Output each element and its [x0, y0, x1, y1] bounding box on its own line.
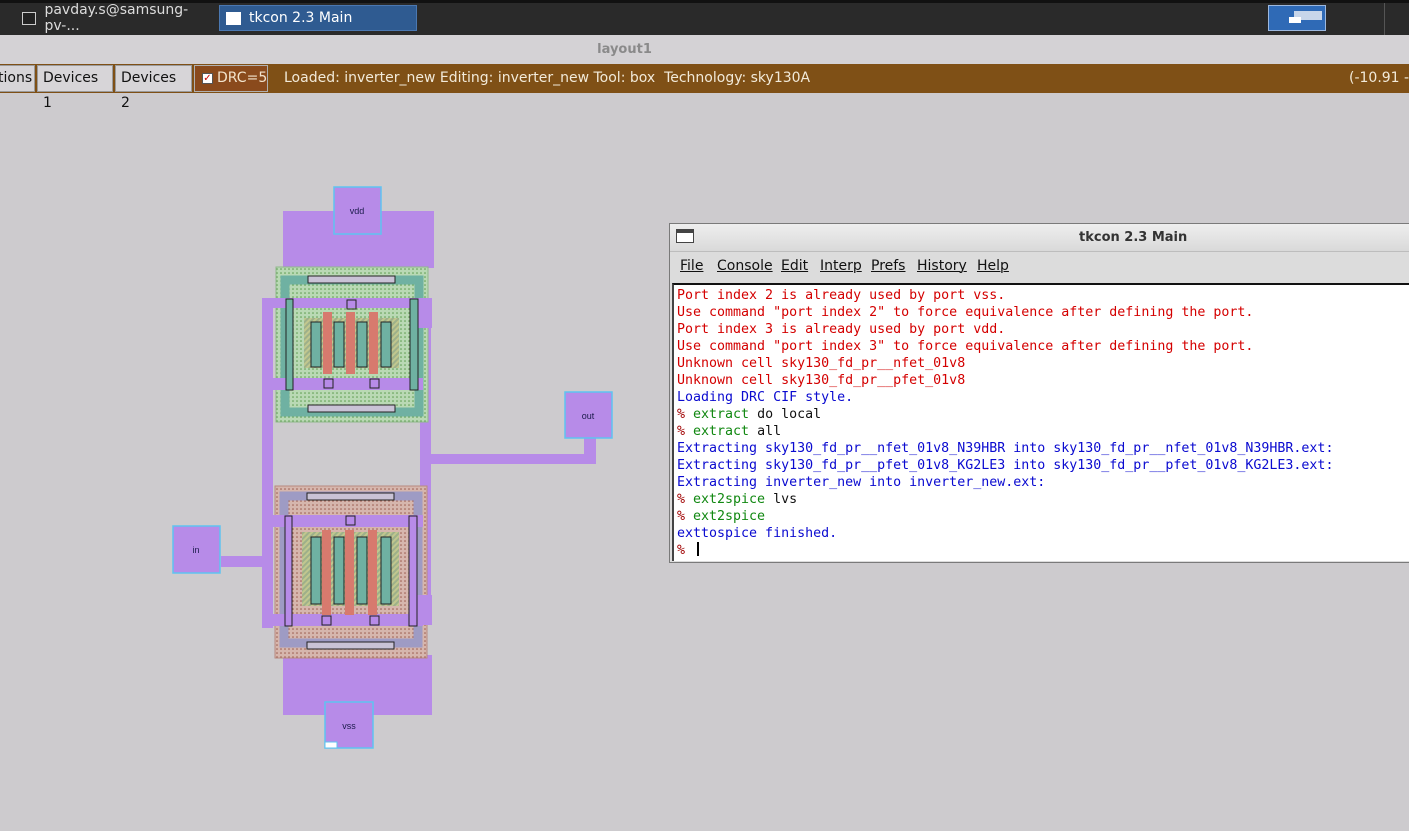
- terminal-icon: [22, 11, 37, 25]
- console-command: ext2spice: [693, 492, 766, 507]
- console-output: Loading DRC CIF style.: [677, 390, 854, 405]
- task-label: tkcon 2.3 Main: [249, 10, 353, 26]
- text-cursor[interactable]: [697, 542, 700, 556]
- out-route-v: [584, 436, 596, 464]
- console-prompt: %: [677, 509, 694, 524]
- tkcon-title: tkcon 2.3 Main: [1079, 230, 1188, 245]
- vdd-label: vdd: [350, 206, 365, 216]
- console-output: Unknown cell sky130_fd_pr__pfet_01v8: [677, 373, 966, 388]
- console-output: Use command "port index 3" to force equi…: [677, 339, 1254, 354]
- console-output: Extracting sky130_fd_pr__pfet_01v8_KG2LE…: [677, 458, 1334, 473]
- devices-2-button[interactable]: Devices 2: [115, 65, 192, 111]
- console-command: ext2spice: [693, 509, 766, 524]
- status-text: Loaded: inverter_new Editing: inverter_n…: [284, 70, 811, 86]
- window-icon: [226, 11, 241, 25]
- console-output: Port index 3 is already used by port vdd…: [677, 322, 1006, 337]
- console-line: Unknown cell sky130_fd_pr__pfet_01v8: [677, 372, 1409, 389]
- console-prompt: %: [677, 543, 694, 558]
- task-label: pavday.s@samsung-pv-...: [44, 2, 189, 34]
- window-menu-icon[interactable]: [676, 229, 694, 243]
- console-prompt: %: [677, 407, 694, 422]
- tkcon-window[interactable]: tkcon 2.3 Main File Console Edit Interp …: [669, 223, 1409, 563]
- console-line: Extracting inverter_new into inverter_ne…: [677, 474, 1409, 491]
- menu-edit[interactable]: Edit: [781, 258, 808, 274]
- menu-interp[interactable]: Interp: [820, 258, 862, 274]
- checkbox-checked-icon[interactable]: ✓: [202, 73, 213, 84]
- out-label: out: [582, 411, 595, 421]
- vss-label: vss: [342, 721, 356, 731]
- console-output: Use command "port index 2" to force equi…: [677, 305, 1254, 320]
- in-route: [221, 556, 265, 567]
- console-line: Port index 3 is already used by port vdd…: [677, 321, 1409, 338]
- menu-console[interactable]: Console: [717, 258, 773, 274]
- console-line: Use command "port index 2" to force equi…: [677, 304, 1409, 321]
- out-route-h: [420, 454, 596, 464]
- drc-count: DRC=5: [217, 70, 268, 86]
- taskbar: pavday.s@samsung-pv-... tkcon 2.3 Main: [0, 0, 1409, 35]
- console-line: Loading DRC CIF style.: [677, 389, 1409, 406]
- console-prompt: %: [677, 492, 694, 507]
- console-prompt: %: [677, 424, 694, 439]
- in-label: in: [192, 545, 199, 555]
- console-output: Unknown cell sky130_fd_pr__nfet_01v8: [677, 356, 966, 371]
- tkcon-titlebar[interactable]: tkcon 2.3 Main: [670, 224, 1409, 252]
- cursor-coordinates: (-10.91 -: [1349, 70, 1409, 86]
- taskbar-divider: [1384, 3, 1385, 35]
- console-output: exttospice finished.: [677, 526, 838, 541]
- magic-window-title: layout1: [0, 35, 1409, 64]
- taskbar-tkcon-task[interactable]: tkcon 2.3 Main: [219, 5, 417, 31]
- menu-prefs[interactable]: Prefs: [871, 258, 905, 274]
- console-args: all: [749, 424, 782, 439]
- magic-status-bar: tions Devices 1 Devices 2 ✓ DRC=5 Loaded…: [0, 64, 1409, 111]
- menu-help[interactable]: Help: [977, 258, 1009, 274]
- console-line: % extract all: [677, 423, 1409, 440]
- console-line: Unknown cell sky130_fd_pr__nfet_01v8: [677, 355, 1409, 372]
- window-title-text: layout1: [597, 42, 652, 57]
- menu-history[interactable]: History: [917, 258, 967, 274]
- console-line: % extract do local: [677, 406, 1409, 423]
- console-line: Port index 2 is already used by port vss…: [677, 287, 1409, 304]
- console-args: lvs: [765, 492, 798, 507]
- console-output: Extracting sky130_fd_pr__nfet_01v8_N39HB…: [677, 441, 1334, 456]
- console-output: Port index 2 is already used by port vss…: [677, 288, 1006, 303]
- drc-toggle[interactable]: ✓ DRC=5: [194, 65, 268, 92]
- console-command: extract: [693, 424, 750, 439]
- console-output: Extracting inverter_new into inverter_ne…: [677, 475, 1046, 490]
- tkcon-menubar: File Console Edit Interp Prefs History H…: [670, 252, 1409, 282]
- options-button[interactable]: tions: [0, 65, 35, 92]
- console-line: Extracting sky130_fd_pr__pfet_01v8_KG2LE…: [677, 457, 1409, 474]
- console-args: do local: [749, 407, 822, 422]
- tkcon-console[interactable]: Port index 2 is already used by port vss…: [672, 283, 1409, 561]
- console-line: % ext2spice lvs: [677, 491, 1409, 508]
- console-line: exttospice finished.: [677, 525, 1409, 542]
- devices-1-button[interactable]: Devices 1: [37, 65, 113, 111]
- console-line: Extracting sky130_fd_pr__nfet_01v8_N39HB…: [677, 440, 1409, 457]
- console-command: extract: [693, 407, 750, 422]
- menu-file[interactable]: File: [680, 258, 703, 274]
- console-line: Use command "port index 3" to force equi…: [677, 338, 1409, 355]
- console-line: % ext2spice: [677, 508, 1409, 525]
- console-line: %: [677, 542, 1409, 559]
- pager-window-thumb: [1289, 17, 1301, 23]
- workspace-pager[interactable]: [1268, 5, 1326, 31]
- in-poly-route: [262, 298, 273, 628]
- taskbar-terminal-task[interactable]: pavday.s@samsung-pv-...: [16, 2, 216, 34]
